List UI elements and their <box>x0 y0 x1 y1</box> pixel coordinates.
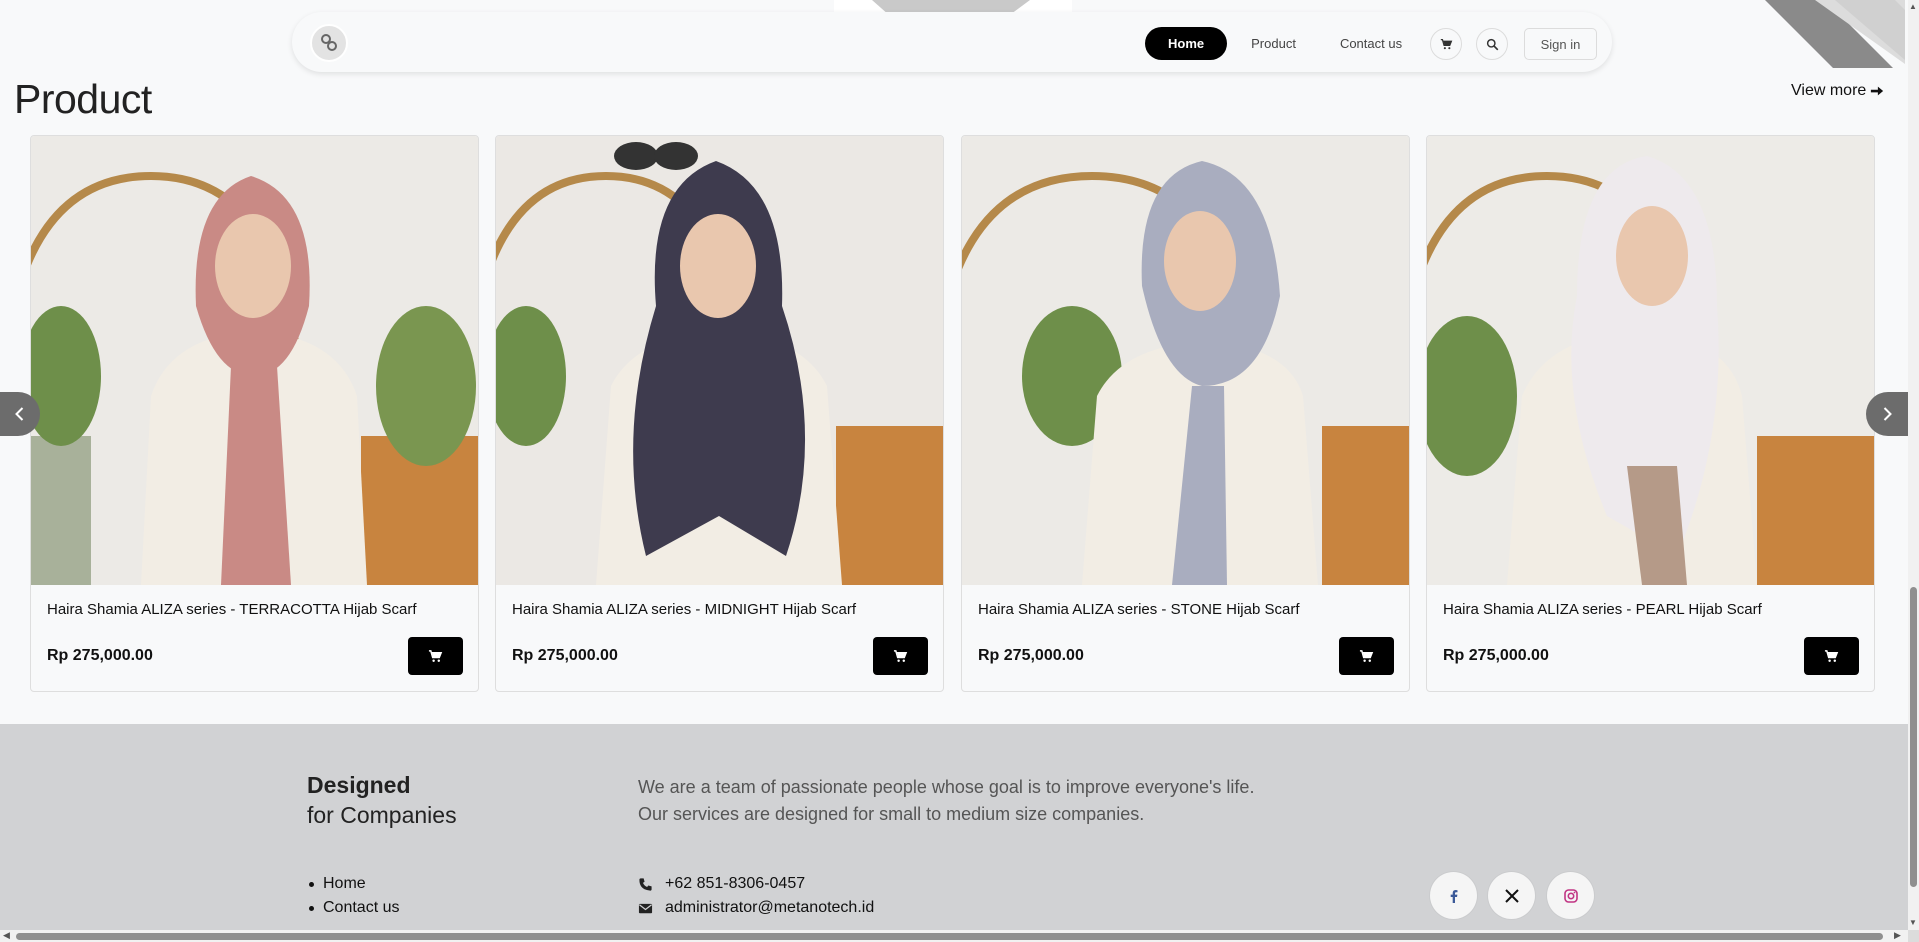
product-card[interactable]: Haira Shamia ALIZA series - TERRACOTTA H… <box>30 135 479 692</box>
nav-home[interactable]: Home <box>1145 27 1228 60</box>
footer-description-line2: Our services are designed for small to m… <box>638 804 1145 824</box>
cart-icon <box>428 649 443 662</box>
search-button[interactable] <box>1476 28 1508 60</box>
cart-icon <box>893 649 908 662</box>
product-photo <box>962 136 1409 585</box>
footer-description: We are a team of passionate people whose… <box>638 774 1254 828</box>
cart-button[interactable] <box>1430 28 1462 60</box>
sign-in-button[interactable]: Sign in <box>1524 28 1597 60</box>
product-photo <box>1427 136 1874 585</box>
footer: Designed for Companies We are a team of … <box>0 724 1908 930</box>
product-name[interactable]: Haira Shamia ALIZA series - STONE Hijab … <box>978 601 1300 618</box>
cart-icon <box>1359 649 1374 662</box>
scroll-right-arrow-icon[interactable]: ▶ <box>1894 930 1901 941</box>
scrollbar-corner <box>1908 930 1919 942</box>
product-price: Rp 275,000.00 <box>1443 647 1549 664</box>
navbar: Home Product Contact us Sign in <box>292 12 1612 72</box>
product-price: Rp 275,000.00 <box>512 647 618 664</box>
horizontal-scrollbar-thumb[interactable] <box>16 933 1883 940</box>
contact-phone: +62 851-8306-0457 <box>638 872 874 896</box>
phone-icon <box>639 877 652 891</box>
product-name[interactable]: Haira Shamia ALIZA series - PEARL Hijab … <box>1443 601 1762 618</box>
product-card[interactable]: Haira Shamia ALIZA series - PEARL Hijab … <box>1426 135 1875 692</box>
footer-links: Home Contact us <box>307 872 399 920</box>
carousel-next-button[interactable] <box>1866 392 1908 436</box>
product-price: Rp 275,000.00 <box>47 647 153 664</box>
product-name[interactable]: Haira Shamia ALIZA series - MIDNIGHT Hij… <box>512 601 856 618</box>
brand-logo[interactable] <box>310 24 348 62</box>
facebook-button[interactable] <box>1430 872 1477 919</box>
footer-brand-line1: Designed <box>307 772 411 798</box>
phone-number[interactable]: +62 851-8306-0457 <box>665 875 805 893</box>
envelope-icon <box>638 903 653 913</box>
nav-product[interactable]: Product <box>1229 27 1318 60</box>
product-image[interactable] <box>1427 136 1874 585</box>
cart-icon <box>1440 38 1452 49</box>
product-photo <box>496 136 943 585</box>
add-to-cart-button[interactable] <box>1804 637 1859 675</box>
add-to-cart-button[interactable] <box>1339 637 1394 675</box>
footer-link-contact[interactable]: Contact us <box>307 896 399 920</box>
scroll-down-arrow-icon[interactable]: ▼ <box>1909 918 1917 927</box>
product-image[interactable] <box>496 136 943 585</box>
facebook-icon <box>1450 889 1457 903</box>
x-twitter-button[interactable] <box>1488 872 1535 919</box>
arrow-right-icon <box>1871 86 1884 96</box>
scroll-up-arrow-icon[interactable]: ▲ <box>1909 2 1917 11</box>
section-title: Product <box>14 76 152 122</box>
corner-decoration <box>1765 0 1905 68</box>
x-twitter-icon <box>1504 888 1519 903</box>
view-more-link[interactable]: View more <box>1791 82 1884 100</box>
footer-contact: +62 851-8306-0457 administrator@metanote… <box>638 872 874 920</box>
instagram-button[interactable] <box>1547 872 1594 919</box>
search-icon <box>1486 38 1498 50</box>
brand-logo-icon <box>321 34 337 51</box>
product-image[interactable] <box>31 136 478 585</box>
product-price: Rp 275,000.00 <box>978 647 1084 664</box>
product-card[interactable]: Haira Shamia ALIZA series - MIDNIGHT Hij… <box>495 135 944 692</box>
add-to-cart-button[interactable] <box>408 637 463 675</box>
footer-description-line1: We are a team of passionate people whose… <box>638 777 1255 797</box>
footer-link-home[interactable]: Home <box>307 872 399 896</box>
cart-icon <box>1824 649 1839 662</box>
email-address[interactable]: administrator@metanotech.id <box>665 899 874 917</box>
view-more-label: View more <box>1791 82 1867 99</box>
add-to-cart-button[interactable] <box>873 637 928 675</box>
instagram-icon <box>1563 888 1578 903</box>
contact-email: administrator@metanotech.id <box>638 896 874 920</box>
product-card[interactable]: Haira Shamia ALIZA series - STONE Hijab … <box>961 135 1410 692</box>
product-name[interactable]: Haira Shamia ALIZA series - TERRACOTTA H… <box>47 601 417 618</box>
chevron-left-icon <box>15 407 24 421</box>
nav-links: Home Product Contact us <box>1145 27 1424 60</box>
product-photo <box>31 136 478 585</box>
vertical-scrollbar-thumb[interactable] <box>1910 587 1917 887</box>
product-image[interactable] <box>962 136 1409 585</box>
scroll-left-arrow-icon[interactable]: ◀ <box>3 930 10 941</box>
chevron-right-icon <box>1883 407 1892 421</box>
footer-brand-line2: for Companies <box>307 802 457 828</box>
nav-contact[interactable]: Contact us <box>1318 27 1424 60</box>
